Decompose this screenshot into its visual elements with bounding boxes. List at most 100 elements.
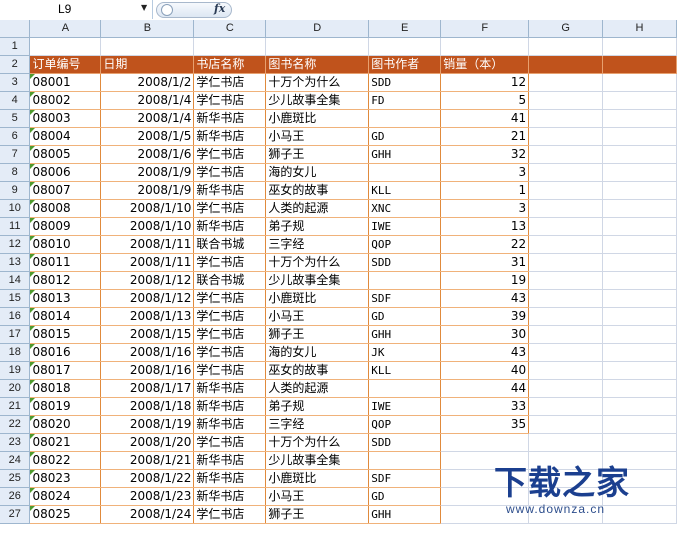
table-cell[interactable]: 2008/1/19 <box>100 415 195 434</box>
table-cell[interactable]: 小马王 <box>265 127 370 146</box>
table-cell[interactable]: 08015 <box>29 325 102 344</box>
table-cell[interactable]: 2008/1/13 <box>100 307 195 326</box>
table-cell[interactable]: 学仁书店 <box>193 91 267 110</box>
table-cell[interactable]: 学仁书店 <box>193 325 267 344</box>
column-header-a[interactable]: A <box>29 20 102 38</box>
table-cell[interactable]: 学仁书店 <box>193 163 267 182</box>
empty-cell[interactable] <box>602 289 677 308</box>
table-cell[interactable]: 联合书城 <box>193 271 267 290</box>
empty-cell[interactable] <box>602 181 677 200</box>
empty-cell[interactable] <box>528 163 604 182</box>
table-cell[interactable]: 巫女的故事 <box>265 181 370 200</box>
column-header-c[interactable]: C <box>193 20 267 38</box>
table-header-cell[interactable]: 销量（本） <box>440 55 530 74</box>
table-cell[interactable]: FD <box>368 91 442 110</box>
table-cell[interactable]: 08024 <box>29 487 102 506</box>
empty-cell[interactable] <box>602 163 677 182</box>
table-cell[interactable]: SDD <box>368 253 442 272</box>
table-cell[interactable]: 2008/1/16 <box>100 361 195 380</box>
table-cell[interactable]: 08012 <box>29 271 102 290</box>
table-cell[interactable]: 2008/1/18 <box>100 397 195 416</box>
table-cell[interactable]: 弟子规 <box>265 397 370 416</box>
table-cell[interactable] <box>368 163 442 182</box>
empty-cell[interactable] <box>528 217 604 236</box>
table-cell[interactable] <box>368 451 442 470</box>
table-cell[interactable]: 2008/1/4 <box>100 109 195 128</box>
table-cell[interactable]: 狮子王 <box>265 325 370 344</box>
table-cell[interactable]: 2008/1/5 <box>100 127 195 146</box>
table-cell[interactable]: 学仁书店 <box>193 505 267 524</box>
column-header-b[interactable]: B <box>100 20 195 38</box>
empty-cell[interactable] <box>602 397 677 416</box>
row-header[interactable]: 13 <box>0 253 31 272</box>
table-cell[interactable]: 十万个为什么 <box>265 253 370 272</box>
empty-cell[interactable] <box>528 37 604 56</box>
table-cell[interactable]: 弟子规 <box>265 217 370 236</box>
table-cell[interactable]: 08002 <box>29 91 102 110</box>
table-cell[interactable]: 08008 <box>29 199 102 218</box>
row-header[interactable]: 8 <box>0 163 31 182</box>
column-header-f[interactable]: F <box>440 20 530 38</box>
column-header-h[interactable]: H <box>602 20 677 38</box>
table-cell[interactable]: 08013 <box>29 289 102 308</box>
empty-cell[interactable] <box>528 433 604 452</box>
table-cell[interactable]: 21 <box>440 127 530 146</box>
row-header[interactable]: 21 <box>0 397 31 416</box>
table-cell[interactable]: 3 <box>440 163 530 182</box>
table-cell[interactable]: 1 <box>440 181 530 200</box>
table-cell[interactable]: 3 <box>440 199 530 218</box>
empty-cell[interactable] <box>602 361 677 380</box>
table-cell[interactable]: 海的女儿 <box>265 163 370 182</box>
empty-cell[interactable] <box>528 181 604 200</box>
empty-cell[interactable] <box>528 379 604 398</box>
row-header[interactable]: 12 <box>0 235 31 254</box>
table-cell[interactable]: 新华书店 <box>193 415 267 434</box>
empty-cell[interactable] <box>528 91 604 110</box>
row-header[interactable]: 27 <box>0 505 31 524</box>
table-cell[interactable]: SDF <box>368 469 442 488</box>
empty-cell[interactable] <box>602 73 677 92</box>
table-header-cell[interactable]: 图书作者 <box>368 55 442 74</box>
table-cell[interactable] <box>368 109 442 128</box>
empty-cell[interactable] <box>528 415 604 434</box>
row-header[interactable]: 9 <box>0 181 31 200</box>
table-cell[interactable]: 2008/1/2 <box>100 73 195 92</box>
row-header[interactable]: 25 <box>0 469 31 488</box>
table-cell[interactable]: 新华书店 <box>193 469 267 488</box>
empty-cell[interactable] <box>602 433 677 452</box>
row-header[interactable]: 3 <box>0 73 31 92</box>
empty-cell[interactable] <box>602 379 677 398</box>
table-cell[interactable]: SDD <box>368 433 442 452</box>
table-cell[interactable]: 学仁书店 <box>193 253 267 272</box>
insert-function-button[interactable]: fx <box>156 2 232 18</box>
table-cell[interactable]: 三字经 <box>265 415 370 434</box>
table-cell[interactable]: 08020 <box>29 415 102 434</box>
empty-cell[interactable] <box>528 55 604 74</box>
table-cell[interactable]: 2008/1/21 <box>100 451 195 470</box>
empty-cell[interactable] <box>528 397 604 416</box>
row-header[interactable]: 11 <box>0 217 31 236</box>
table-cell[interactable]: 08018 <box>29 379 102 398</box>
table-cell[interactable]: 43 <box>440 343 530 362</box>
column-header-e[interactable]: E <box>368 20 442 38</box>
table-cell[interactable]: SDF <box>368 289 442 308</box>
table-cell[interactable]: 2008/1/6 <box>100 145 195 164</box>
table-cell[interactable]: 31 <box>440 253 530 272</box>
empty-cell[interactable] <box>29 37 102 56</box>
table-cell[interactable]: 2008/1/9 <box>100 163 195 182</box>
table-cell[interactable]: 十万个为什么 <box>265 73 370 92</box>
table-cell[interactable]: 08023 <box>29 469 102 488</box>
empty-cell[interactable] <box>602 325 677 344</box>
table-cell[interactable]: 少儿故事全集 <box>265 451 370 470</box>
table-cell[interactable]: 小马王 <box>265 307 370 326</box>
table-cell[interactable]: 学仁书店 <box>193 73 267 92</box>
table-cell[interactable]: 08011 <box>29 253 102 272</box>
table-cell[interactable]: 08005 <box>29 145 102 164</box>
chevron-down-icon[interactable]: ▼ <box>141 3 147 12</box>
table-cell[interactable]: 08010 <box>29 235 102 254</box>
table-cell[interactable]: 小鹿斑比 <box>265 109 370 128</box>
table-cell[interactable]: 19 <box>440 271 530 290</box>
table-cell[interactable]: JK <box>368 343 442 362</box>
table-cell[interactable]: 35 <box>440 415 530 434</box>
empty-cell[interactable] <box>602 127 677 146</box>
